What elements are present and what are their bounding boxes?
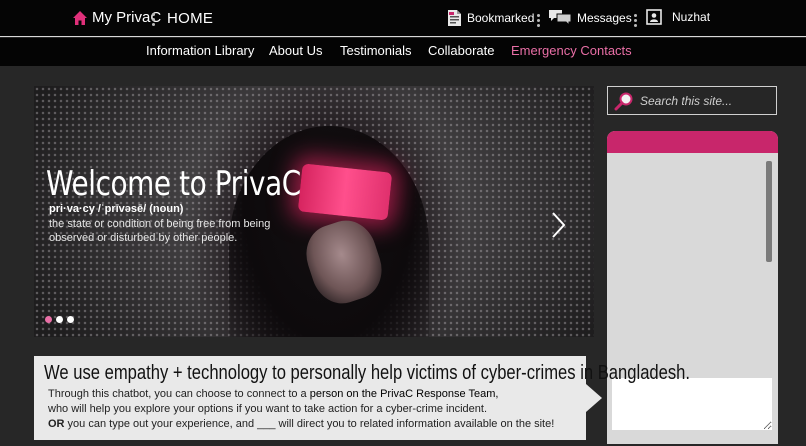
bookmark-icon [448,10,461,26]
bookmarked-link[interactable]: Bookmarked [446,9,534,27]
callout-line-3: OR you can type out your experience, and… [48,417,578,432]
site-search [607,86,777,115]
separator-dots [152,11,155,28]
search-input[interactable] [640,93,770,108]
mission-callout: We use empathy + technology to personall… [34,356,690,440]
chatbot-scrollbar[interactable] [766,161,772,262]
nav-about-us[interactable]: About Us [269,43,322,58]
callout-line-1-text: Through this chatbot, you can choose to … [48,388,310,400]
carousel-dot-1[interactable] [45,316,52,323]
section-title: HOME [167,10,214,27]
brand-label: My PrivaC [92,9,162,26]
chatbot-input[interactable] [612,378,772,430]
callout-title: We use empathy + technology to personall… [44,362,691,384]
callout-line-1: Through this chatbot, you can choose to … [48,387,578,402]
chatbot-panel [607,131,778,444]
callout-line-1-emphasis: person on the PrivaC Response Team, [309,388,499,400]
hero-definition: the state or condition of being free fro… [49,218,271,244]
user-name: Nuzhat [672,10,711,24]
nav-emergency-contacts[interactable]: Emergency Contacts [511,43,632,58]
search-icon [614,92,633,110]
hero-pronunciation: pri·va·cy /ˈprīvəsē/ (noun) [49,203,184,215]
brand-link[interactable]: My PrivaC [72,9,161,26]
home-icon [73,10,87,25]
hero-visor-glow [297,163,393,221]
chatbot-header [607,131,778,153]
carousel-dot-3[interactable] [67,316,74,323]
separator-dots [634,12,637,29]
separator-dots [537,12,540,29]
messages-icon [549,10,572,26]
callout-line-2: who will help you explore your options i… [48,403,487,415]
hero-title: Welcome to PrivaC [46,164,301,204]
nav-collaborate[interactable]: Collaborate [428,43,495,58]
nav-information-library[interactable]: Information Library [146,43,254,58]
bookmarked-label: Bookmarked [467,11,535,25]
main-nav: Information Library About Us Testimonial… [0,38,806,66]
messages-label: Messages [577,10,632,25]
callout-line-3-text: you can type out your experience, and __… [64,418,555,430]
carousel-indicators [45,316,78,323]
nav-testimonials[interactable]: Testimonials [340,43,412,58]
next-arrow-icon[interactable] [548,210,568,240]
hero-carousel: Welcome to PrivaC pri·va·cy /ˈprīvəsē/ (… [34,86,594,337]
callout-or: OR [48,418,65,430]
carousel-dot-2[interactable] [56,316,63,323]
top-bar: My PrivaC HOME Bookmarked Messages Nuzha… [0,0,806,37]
profile-link[interactable]: Nuzhat [646,9,710,25]
messages-link[interactable]: Messages [548,9,632,26]
callout-body: Through this chatbot, you can choose to … [48,387,578,432]
profile-icon [646,9,662,25]
